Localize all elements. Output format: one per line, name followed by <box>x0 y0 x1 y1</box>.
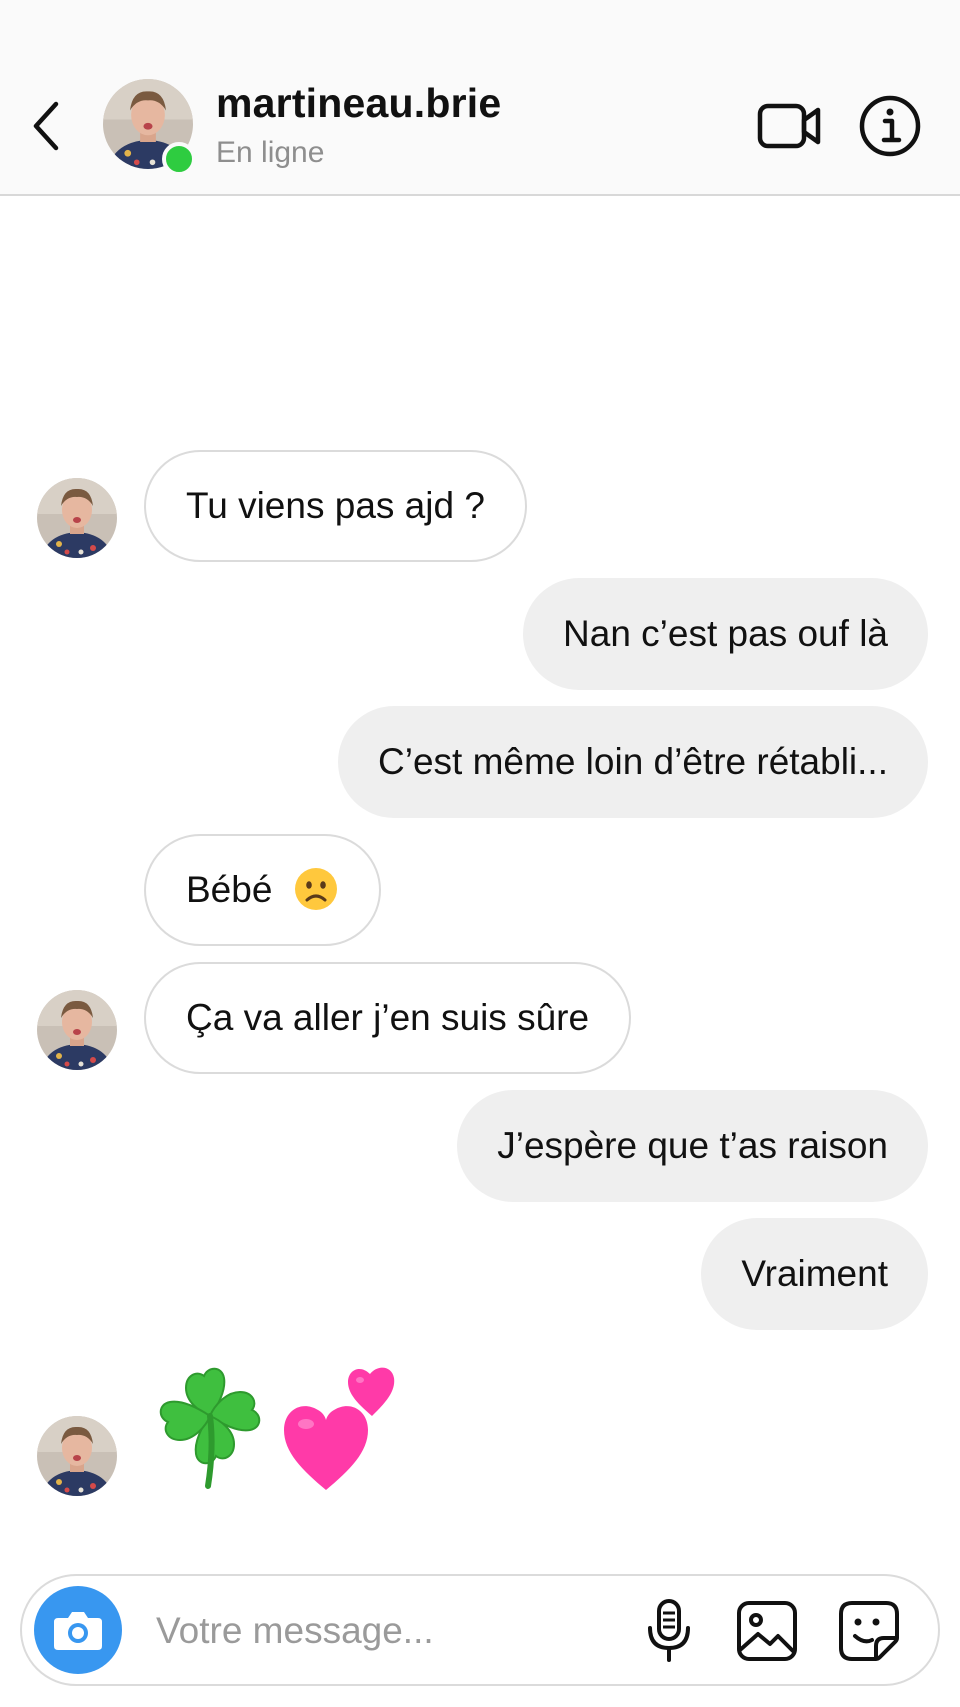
avatar-image <box>37 478 117 558</box>
message-text: Bébé <box>186 869 273 910</box>
incoming-message-bubble[interactable]: Ça va aller j’en suis sûre <box>144 962 632 1074</box>
message-text: Nan c’est pas ouf là <box>563 613 888 654</box>
sticker-button[interactable] <box>838 1600 900 1662</box>
camera-icon <box>54 1612 102 1650</box>
chevron-left-icon <box>33 101 59 151</box>
message-input[interactable] <box>156 1596 616 1666</box>
outgoing-message-bubble[interactable]: J’espère que t’as raison <box>457 1090 928 1202</box>
sender-avatar[interactable] <box>37 990 117 1070</box>
info-icon <box>859 95 921 157</box>
microphone-icon <box>648 1599 690 1662</box>
message-text: C’est même loin d’être rétabli... <box>378 741 888 782</box>
outgoing-message-bubble[interactable]: C’est même loin d’être rétabli... <box>338 706 928 818</box>
incoming-message-bubble[interactable]: Bébé <box>144 834 381 946</box>
message-composer <box>20 1574 940 1686</box>
message-text: Ça va aller j’en suis sûre <box>186 997 590 1038</box>
sad-face-icon <box>294 868 337 911</box>
outgoing-message-bubble[interactable]: Vraiment <box>701 1218 928 1330</box>
message-text: Vraiment <box>741 1253 888 1294</box>
sender-avatar[interactable] <box>37 478 117 558</box>
avatar-image <box>37 1416 117 1496</box>
emoji-message[interactable] <box>148 1356 428 1496</box>
contact-status: En ligne <box>216 136 325 169</box>
conversation-info-button[interactable] <box>858 94 922 158</box>
gallery-button[interactable] <box>736 1600 798 1662</box>
message-text: Tu viens pas ajd ? <box>186 485 485 526</box>
sticker-icon <box>839 1601 899 1661</box>
chat-header: martineau.brie En ligne <box>0 0 960 196</box>
message-text: J’espère que t’as raison <box>497 1125 888 1166</box>
two-hearts-icon <box>284 1367 395 1490</box>
sender-avatar[interactable] <box>37 1416 117 1496</box>
video-camera-icon <box>757 103 821 149</box>
voice-message-button[interactable] <box>644 1598 694 1664</box>
camera-button[interactable] <box>34 1586 122 1674</box>
image-gallery-icon <box>737 1601 797 1661</box>
back-button[interactable] <box>26 98 66 154</box>
four-leaf-clover-icon <box>159 1367 261 1489</box>
video-call-button[interactable] <box>756 98 824 154</box>
online-status-indicator <box>162 142 196 176</box>
avatar-image <box>37 990 117 1070</box>
incoming-message-bubble[interactable]: Tu viens pas ajd ? <box>144 450 527 562</box>
outgoing-message-bubble[interactable]: Nan c’est pas ouf là <box>523 578 928 690</box>
contact-username[interactable]: martineau.brie <box>216 80 501 127</box>
